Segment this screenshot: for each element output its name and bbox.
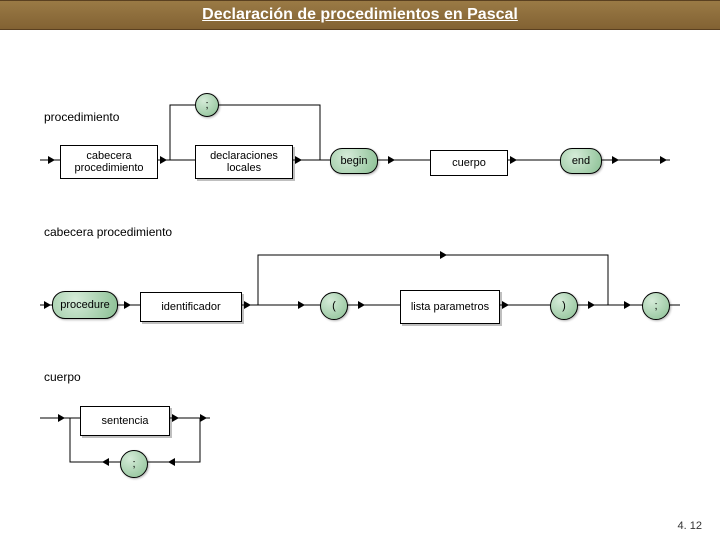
arrow-left-icon	[102, 458, 109, 466]
term-semi-s2: ;	[642, 292, 670, 320]
arrow-icon	[295, 156, 302, 164]
arrow-icon	[388, 156, 395, 164]
label-procedimiento: procedimiento	[44, 110, 119, 124]
arrow-icon	[44, 301, 51, 309]
box-declaraciones: declaraciones locales	[195, 145, 293, 179]
term-semi-s3: ;	[120, 450, 148, 478]
term-semicolon: ;	[195, 93, 219, 117]
arrow-icon	[48, 156, 55, 164]
arrow-icon	[160, 156, 167, 164]
arrow-icon	[660, 156, 667, 164]
arrow-icon	[440, 251, 447, 259]
box-identificador: identificador	[140, 292, 242, 322]
arrow-icon	[172, 414, 179, 422]
arrow-icon	[358, 301, 365, 309]
title-bar: Declaración de procedimientos en Pascal	[0, 0, 720, 30]
arrow-icon	[200, 414, 207, 422]
diagram-canvas: procedimiento cabecera procedimiento ; d…	[0, 30, 720, 510]
label-cabecera: cabecera procedimiento	[44, 225, 172, 239]
term-procedure: procedure	[52, 291, 118, 319]
arrow-icon	[58, 414, 65, 422]
page-title: Declaración de procedimientos en Pascal	[202, 6, 518, 24]
arrow-icon	[502, 301, 509, 309]
arrow-icon	[588, 301, 595, 309]
box-lista-param: lista parametros	[400, 290, 500, 324]
arrow-icon	[124, 301, 131, 309]
arrow-icon	[510, 156, 517, 164]
term-lparen: (	[320, 292, 348, 320]
box-cuerpo: cuerpo	[430, 150, 508, 176]
arrow-icon	[612, 156, 619, 164]
label-cuerpo: cuerpo	[44, 370, 81, 384]
connectors	[0, 30, 720, 510]
arrow-icon	[244, 301, 251, 309]
arrow-icon	[624, 301, 631, 309]
box-sentencia: sentencia	[80, 406, 170, 436]
term-begin: begin	[330, 148, 378, 174]
term-end: end	[560, 148, 602, 174]
box-cabecera-proc: cabecera procedimiento	[60, 145, 158, 179]
arrow-left-icon	[168, 458, 175, 466]
page-number: 4. 12	[678, 520, 702, 532]
arrow-icon	[298, 301, 305, 309]
term-rparen: )	[550, 292, 578, 320]
